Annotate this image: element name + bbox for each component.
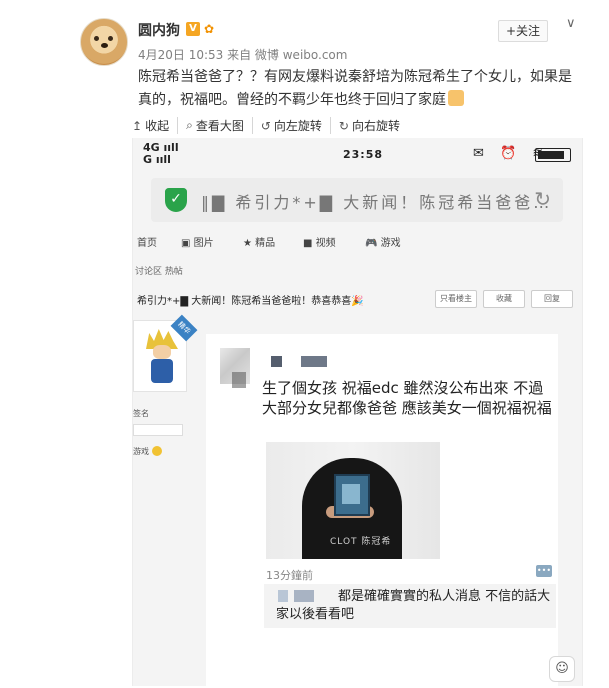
- nav-label: 首页: [137, 238, 157, 249]
- only-op-button: 只看楼主: [435, 290, 477, 308]
- emote-icon: ☺: [549, 656, 575, 682]
- coin-icon: [151, 446, 162, 456]
- comment-icon: •••: [536, 565, 552, 577]
- nav-label: 图片: [193, 238, 214, 249]
- gamepad-icon: 🎮: [365, 238, 378, 249]
- feed-timestamp: 13分鐘前: [266, 569, 313, 582]
- feed-card: 生了個女孩 祝福edc 雖然沒公布出來 不過大部分女兒都像爸爸 應該美女一個祝福…: [206, 334, 558, 686]
- signal-icon: 4G ııll G ııll: [143, 142, 179, 166]
- phone-status-bar: 4G ııll G ııll 23:58 ✉ ⏰ ≋: [133, 138, 582, 172]
- nav-label: 精品: [255, 238, 276, 249]
- follow-button[interactable]: +关注: [498, 20, 548, 42]
- author-field: [133, 424, 183, 436]
- phone-time: 23:58: [343, 148, 384, 161]
- nav-item-games: 🎮 游戏: [365, 234, 401, 249]
- sub-tabs: 讨论区 热帖: [135, 267, 183, 277]
- avatar-nose: [101, 43, 108, 48]
- reply-text: 都是確確實實的私人消息 不信的話大家以後看看吧: [276, 589, 551, 622]
- blurred-name: [271, 356, 282, 367]
- feed-post-text: 生了個女孩 祝福edc 雖然沒公布出來 不過大部分女兒都像爸爸 應該美女一個祝福…: [262, 379, 552, 417]
- thread-title: 希引力*+▇ 大新闻！陈冠希当爸爸啦！恭喜恭喜🎉: [137, 296, 364, 307]
- rotate-left-button[interactable]: ↺ 向左旋转: [253, 117, 331, 134]
- nav-item-pictures: ▣ 图片: [181, 234, 214, 249]
- view-large-label: 查看大图: [195, 119, 244, 133]
- author-line: 游戏: [133, 446, 185, 457]
- collapse-button[interactable]: ↥ 收起: [132, 117, 179, 134]
- author-line: 签名: [133, 409, 149, 418]
- search-text: ‖▇ 希引力*+▇ 大新闻！陈冠希当爸爸…: [201, 193, 553, 212]
- forum-nav: 首页 ▣ 图片 ★ 精品 ■ 视频 🎮 游戏: [133, 230, 582, 252]
- nav-item-video: ■ 视频: [303, 234, 336, 249]
- book-cover: [334, 474, 370, 516]
- view-large-button[interactable]: ⌕ 查看大图: [178, 117, 253, 134]
- post-image[interactable]: 4G ııll G ııll 23:58 ✉ ⏰ ≋ ✓ ‖▇ 希引力*+▇ 大新…: [132, 138, 583, 686]
- feed-photo: CLOT 陈冠希: [266, 442, 440, 559]
- anime-figure-icon: [146, 329, 178, 385]
- rotate-left-label: 向左旋转: [273, 119, 322, 133]
- thread-title-row: 希引力*+▇ 大新闻！陈冠希当爸爸啦！恭喜恭喜🎉 只看楼主 收藏 回复: [133, 286, 582, 312]
- nav-item-home: 首页: [137, 234, 157, 249]
- refresh-icon: ↻: [534, 187, 551, 211]
- shield-icon: ✓: [165, 188, 187, 212]
- thumbs-up-emoji-icon: [448, 90, 464, 106]
- post-meta: 4月20日 10:53 来自 微博 weibo.com: [138, 48, 348, 62]
- image-toolbar: ↥ 收起 ⌕ 查看大图 ↺ 向左旋转 ↻ 向右旋转: [132, 117, 408, 134]
- browser-search-bar: ✓ ‖▇ 希引力*+▇ 大新闻！陈冠希当爸爸… ↻: [151, 178, 563, 222]
- chevron-down-icon[interactable]: ∨: [566, 16, 576, 31]
- rotate-left-icon: ↺: [260, 118, 271, 133]
- avatar-eye: [108, 36, 113, 41]
- avatar[interactable]: [80, 18, 128, 66]
- member-badge-icon: ✿: [204, 22, 215, 36]
- rotate-right-button[interactable]: ↻ 向右旋转: [331, 117, 408, 134]
- signal-bottom: G ııll: [143, 153, 171, 166]
- star-icon: ★: [243, 238, 252, 249]
- reply-button: 回复: [531, 290, 573, 308]
- shirt-text: CLOT 陈冠希: [330, 537, 392, 547]
- collapse-label: 收起: [145, 119, 170, 133]
- blurred-avatar-detail: [232, 372, 246, 388]
- battery-icon: [535, 148, 571, 162]
- post-text-content: 陈冠希当爸爸了？？有网友爆料说秦舒培为陈冠希生了个女儿，如果是真的，祝福吧。曾经…: [138, 69, 572, 108]
- picture-icon: ▣: [181, 238, 191, 249]
- magnifier-icon: ⌕: [186, 118, 193, 132]
- rotate-right-label: 向右旋转: [351, 119, 400, 133]
- verified-icon: V: [186, 22, 200, 36]
- blurred-name: [301, 356, 327, 367]
- avatar-eye: [94, 36, 99, 41]
- rotate-right-icon: ↻: [338, 118, 349, 133]
- video-icon: ■: [303, 238, 313, 249]
- favorite-button: 收藏: [483, 290, 525, 308]
- nav-label: 游戏: [380, 238, 401, 249]
- author-sidebar: 精华 签名 游戏: [133, 314, 198, 686]
- nav-label: 视频: [315, 238, 336, 249]
- nav-item-featured: ★ 精品: [243, 234, 275, 249]
- post-text: 陈冠希当爸爸了？？有网友爆料说秦舒培为陈冠希生了个女儿，如果是真的，祝福吧。曾经…: [138, 66, 578, 112]
- username[interactable]: 圆内狗: [138, 20, 180, 40]
- collapse-icon: ↥: [132, 118, 143, 133]
- reply-box: 都是確確實實的私人消息 不信的話大家以後看看吧: [264, 584, 556, 628]
